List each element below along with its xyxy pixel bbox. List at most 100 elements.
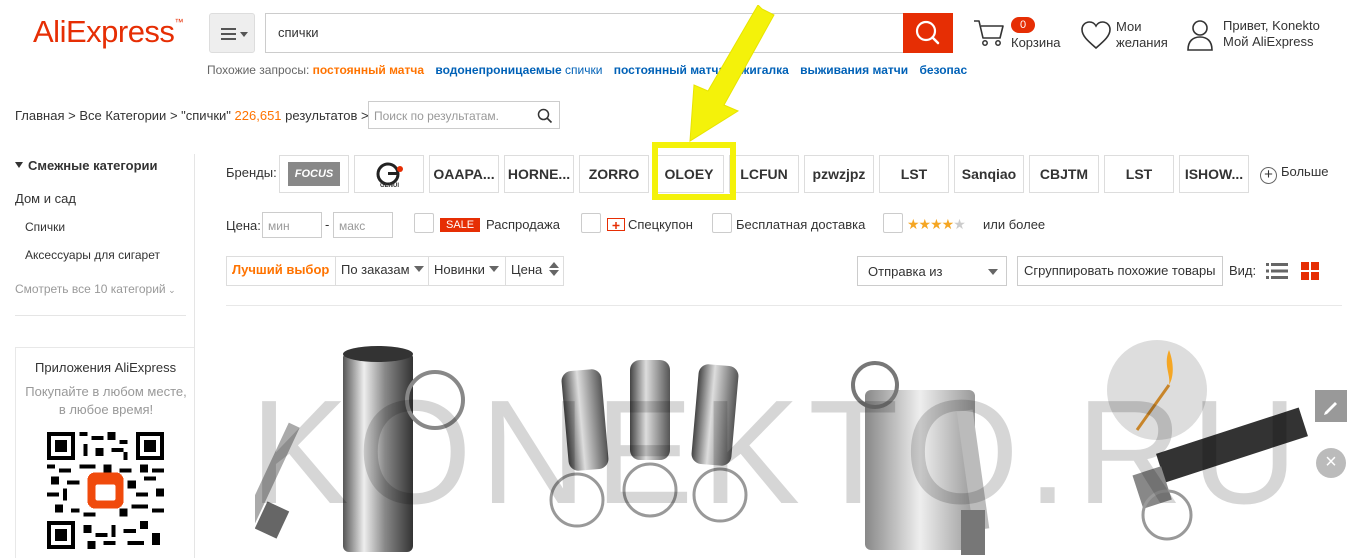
- product-image-4[interactable]: [1097, 330, 1312, 558]
- sidebar-subcategory-cigarette-accessories[interactable]: Аксессуары для сигарет: [25, 248, 160, 262]
- breadcrumb-all-categories[interactable]: Все Категории: [79, 108, 166, 123]
- sort-updown-icon: [548, 262, 559, 276]
- view-label: Вид:: [1229, 263, 1257, 278]
- results-label: результатов: [285, 108, 358, 123]
- annotation-arrow-icon: [689, 5, 775, 142]
- sort-best-match[interactable]: Лучший выбор: [232, 256, 329, 286]
- toolbar-divider: [226, 305, 1342, 306]
- sort-divider: [505, 257, 506, 285]
- brand-filter-horne[interactable]: HORNE...: [504, 155, 574, 193]
- related-link-2-rest: спички: [565, 63, 603, 77]
- grid-view-icon[interactable]: [1301, 262, 1319, 280]
- breadcrumb-home[interactable]: Главная: [15, 108, 64, 123]
- wishlist-line2: желания: [1116, 35, 1168, 50]
- sort-by-orders[interactable]: По заказам: [341, 256, 424, 286]
- chevron-down-icon: [413, 266, 424, 272]
- coupon-checkbox[interactable]: [581, 213, 601, 233]
- aliexpress-logo[interactable]: AliExpress™: [33, 14, 183, 50]
- sidebar-subcategory-matches[interactable]: Спички: [25, 220, 65, 234]
- chevron-down-icon: [988, 269, 998, 275]
- cart-label[interactable]: Корзина: [1011, 35, 1061, 50]
- coupon-label[interactable]: Спецкупон: [628, 217, 693, 232]
- brand-logo-focus-text: FOCUS: [288, 162, 340, 186]
- ship-from-select[interactable]: Отправка из: [857, 256, 1007, 286]
- brand-filter-lst-2[interactable]: LST: [1104, 155, 1174, 193]
- related-link-1[interactable]: постоянный матча: [313, 63, 424, 77]
- category-menu-button[interactable]: [209, 13, 255, 53]
- rating-label[interactable]: или более: [983, 217, 1045, 232]
- brand-filter-zorro[interactable]: ZORRO: [579, 155, 649, 193]
- pencil-icon: [1324, 402, 1337, 415]
- brand-filter-lst[interactable]: LST: [879, 155, 949, 193]
- product-image-3[interactable]: [825, 330, 1075, 558]
- related-link-5[interactable]: безопас: [919, 63, 967, 77]
- chevron-down-icon: ⌄: [165, 285, 176, 295]
- related-link-4[interactable]: выживания матчи: [800, 63, 908, 77]
- sort-by-newest[interactable]: Новинки: [434, 256, 499, 286]
- list-view-icon[interactable]: [1266, 262, 1288, 280]
- sale-label[interactable]: Распродажа: [486, 217, 560, 232]
- close-icon: ×: [1325, 451, 1337, 473]
- chevron-down-icon: [240, 32, 248, 37]
- sort-new-label: Новинки: [434, 262, 485, 277]
- related-categories-title[interactable]: Смежные категории: [15, 158, 158, 173]
- more-brands-button[interactable]: + Больше: [1260, 164, 1329, 184]
- brand-filter-lcfun[interactable]: LCFUN: [729, 155, 799, 193]
- sort-price-label: Цена: [511, 262, 543, 277]
- coupon-plus-icon: [612, 222, 620, 229]
- brand-logo-focus[interactable]: FOCUS: [279, 155, 349, 193]
- account-link[interactable]: Привет, Konekto Мой AliExpress: [1223, 18, 1320, 50]
- free-shipping-checkbox[interactable]: [712, 213, 732, 233]
- app-promo-text: Покупайте в любом месте, в любое время!: [25, 384, 187, 417]
- group-similar-button[interactable]: Сгруппировать похожие товары: [1017, 256, 1223, 286]
- related-label: Похожие запросы:: [207, 63, 310, 77]
- rating-stars: ★★★★★: [907, 216, 966, 233]
- wishlist-line1: Мои: [1116, 19, 1142, 34]
- search-button[interactable]: [903, 13, 953, 53]
- result-count: 226,651: [234, 108, 282, 123]
- view-all-label: Смотреть все 10 категорий: [15, 282, 166, 296]
- user-icon[interactable]: [1186, 19, 1214, 51]
- search-icon: [915, 20, 940, 45]
- search-icon[interactable]: [537, 108, 553, 124]
- star-icon: ★★★★: [907, 216, 954, 232]
- plus-icon: +: [1260, 167, 1277, 184]
- rating-checkbox[interactable]: [883, 213, 903, 233]
- search-within-placeholder: Поиск по результатам.: [374, 109, 499, 123]
- view-all-categories-link[interactable]: Смотреть все 10 категорий ⌄: [15, 282, 176, 296]
- qr-code-image: [47, 432, 164, 549]
- price-label: Цена:: [226, 218, 261, 233]
- product-image-1[interactable]: [255, 330, 535, 558]
- price-max-input[interactable]: макс: [333, 212, 393, 238]
- ship-from-label: Отправка из: [868, 264, 943, 279]
- edit-float-button[interactable]: [1315, 390, 1347, 422]
- sidebar-divider: [15, 315, 186, 316]
- sale-badge: SALE: [440, 218, 481, 232]
- brand-filter-cbjtm[interactable]: CBJTM: [1029, 155, 1099, 193]
- sort-divider: [335, 257, 336, 285]
- sort-by-price[interactable]: Цена: [511, 256, 559, 286]
- close-float-button[interactable]: ×: [1316, 448, 1346, 478]
- sidebar-category-home-garden[interactable]: Дом и сад: [15, 191, 76, 206]
- greeting-text: Привет, Konekto: [1223, 18, 1320, 33]
- my-aliexpress-link[interactable]: Мой AliExpress: [1223, 34, 1320, 50]
- free-shipping-label[interactable]: Бесплатная доставка: [736, 217, 865, 232]
- wishlist-link[interactable]: Мои желания: [1116, 19, 1176, 51]
- heart-icon[interactable]: [1080, 20, 1112, 50]
- search-input[interactable]: спички: [265, 13, 903, 53]
- related-searches: Похожие запросы: постоянный матча водоне…: [207, 63, 1027, 77]
- related-link-2[interactable]: водонепроницаемые спички: [435, 63, 602, 77]
- brand-filter-oaapa[interactable]: OAAPA...: [429, 155, 499, 193]
- brand-filter-ishow[interactable]: ISHOW...: [1179, 155, 1249, 193]
- cart-icon[interactable]: [973, 18, 1005, 48]
- product-image-2[interactable]: [545, 330, 785, 558]
- hamburger-icon: [221, 28, 236, 40]
- price-min-input[interactable]: мин: [262, 212, 322, 238]
- breadcrumb-query: "спички": [181, 108, 231, 123]
- brand-filter-sanqiao[interactable]: Sanqiao: [954, 155, 1024, 193]
- brand-filter-pzwzjpz[interactable]: pzwzjpz: [804, 155, 874, 193]
- brand-logo-genui[interactable]: GENUI: [354, 155, 424, 193]
- sort-orders-label: По заказам: [341, 262, 410, 277]
- search-within-results-input[interactable]: Поиск по результатам.: [368, 101, 560, 129]
- sale-checkbox[interactable]: [414, 213, 434, 233]
